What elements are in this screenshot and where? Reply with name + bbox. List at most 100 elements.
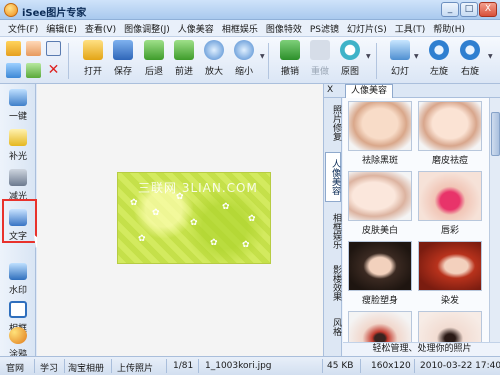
- browse-icon[interactable]: [6, 63, 21, 78]
- folder-icon[interactable]: [6, 41, 21, 56]
- flower-icon: ✿: [152, 208, 160, 218]
- status-separator: [64, 359, 65, 373]
- redo-button[interactable]: 重做: [305, 40, 335, 77]
- maximize-button[interactable]: □: [460, 2, 478, 17]
- effect-item[interactable]: 唇彩: [417, 171, 483, 236]
- menu-image-adjust[interactable]: 图像调整(J): [120, 22, 174, 35]
- magnifier-plus-icon: [204, 40, 224, 60]
- one-click-tool[interactable]: 一键: [2, 86, 34, 124]
- status-separator: [414, 359, 415, 373]
- flower-icon: ✿: [138, 234, 146, 244]
- redo-arrow-icon: [310, 40, 330, 60]
- status-separator: [34, 359, 35, 373]
- magic-wand-icon: [9, 89, 27, 106]
- zoom-out-button[interactable]: 缩小: [229, 40, 259, 77]
- study-link[interactable]: 学习: [40, 361, 58, 374]
- open-button[interactable]: 打开: [78, 40, 108, 77]
- effects-panel: X 人像美容 照片修复 人像美容 相框娱乐 影楼效果 风格 祛除黑斑 磨皮祛痘 …: [323, 84, 500, 356]
- open-folder-icon: [83, 40, 103, 60]
- original-image-icon: [340, 40, 360, 60]
- photo-watermark-text: 三联网 3LIAN.COM: [138, 181, 258, 195]
- flower-icon: ✿: [176, 192, 184, 202]
- undo-button[interactable]: 撤销: [275, 40, 305, 77]
- scrollbar-thumb[interactable]: [491, 112, 500, 156]
- status-separator: [198, 359, 199, 373]
- tab-frame-fun[interactable]: 相框娱乐: [325, 208, 341, 254]
- tab-style[interactable]: 风格: [325, 312, 341, 342]
- status-separator: [111, 359, 112, 373]
- rotate-right-button[interactable]: 右旋: [455, 40, 485, 77]
- effect-thumbnail: [348, 241, 412, 291]
- taobao-album-link[interactable]: 淘宝相册: [68, 361, 104, 374]
- image-canvas[interactable]: 三联网 3LIAN.COM ✿ ✿ ✿ ✿ ✿ ✿ ✿ ✿ ✿: [37, 84, 323, 356]
- menu-bar: 文件(F) 编辑(E) 查看(V) 图像调整(J) 人像美容 相框娱乐 图像特效…: [0, 20, 500, 37]
- slideshow-button[interactable]: 幻灯: [385, 40, 415, 77]
- minimize-button[interactable]: _: [441, 2, 459, 17]
- effect-item[interactable]: 皮肤美白: [347, 171, 413, 236]
- back-button[interactable]: 后退: [139, 40, 169, 77]
- menu-frame[interactable]: 相框娱乐: [218, 22, 262, 35]
- image-icon[interactable]: [26, 63, 41, 78]
- toolbar-separator: [376, 43, 377, 79]
- effect-thumbnail: [418, 101, 482, 151]
- flower-icon: ✿: [210, 238, 218, 248]
- menu-view[interactable]: 查看(V): [81, 22, 120, 35]
- panel-close-button[interactable]: X: [327, 85, 333, 95]
- file-size: 45 KB: [327, 361, 354, 371]
- close-button[interactable]: X: [479, 2, 497, 17]
- menu-tools[interactable]: 工具(T): [391, 22, 430, 35]
- save-button[interactable]: 保存: [108, 40, 138, 77]
- rotate-left-button[interactable]: 左旋: [424, 40, 454, 77]
- undo-arrow-icon: [280, 40, 300, 60]
- magnifier-minus-icon: [234, 40, 254, 60]
- photo-frame-icon: [9, 301, 27, 318]
- flower-icon: ✿: [190, 218, 198, 228]
- toolbar-separator: [68, 43, 69, 79]
- toolbar: ✕ 打开 保存 后退 前进 放大 缩小 ▼ 撤销 重做 原图 ▼ 幻灯 ▼ 左旋…: [0, 37, 500, 84]
- official-site-link[interactable]: 官网: [6, 361, 24, 374]
- menu-ps-filter[interactable]: PS滤镜: [306, 22, 343, 35]
- menu-edit[interactable]: 编辑(E): [42, 22, 81, 35]
- hand-tool-icon[interactable]: [26, 41, 41, 56]
- menu-portrait[interactable]: 人像美容: [174, 22, 218, 35]
- rotate-right-icon: [460, 40, 480, 60]
- toolbar-separator: [268, 43, 269, 79]
- effects-scrollbar[interactable]: [489, 98, 500, 356]
- fill-light-tool[interactable]: 补光: [2, 126, 34, 164]
- status-separator: [322, 359, 323, 373]
- grid-view-icon[interactable]: [46, 41, 61, 56]
- forward-arrow-icon: [174, 40, 194, 60]
- rotate-left-icon: [429, 40, 449, 60]
- effect-item[interactable]: 祛除黑斑: [347, 101, 413, 166]
- delete-icon[interactable]: ✕: [46, 63, 61, 78]
- image-index: 1/81: [173, 361, 194, 371]
- panel-active-tab[interactable]: 人像美容: [345, 84, 394, 98]
- watermark-tool[interactable]: 水印: [2, 260, 34, 298]
- menu-help[interactable]: 帮助(H): [429, 22, 469, 35]
- zoom-dropdown-icon[interactable]: ▼: [260, 53, 265, 60]
- zoom-in-button[interactable]: 放大: [199, 40, 229, 77]
- effect-thumbnail: [348, 101, 412, 151]
- forward-button[interactable]: 前进: [169, 40, 199, 77]
- tab-photo-repair[interactable]: 照片修复: [325, 100, 341, 146]
- status-bar: 官网 学习 淘宝相册 上传照片 1/81 1_1003kori.jpg 45 K…: [0, 356, 500, 375]
- original-dropdown-icon[interactable]: ▼: [366, 53, 371, 60]
- title-bar: iSee图片专家 _ □ X: [0, 0, 500, 20]
- tab-studio-effects[interactable]: 影楼效果: [325, 260, 341, 306]
- upload-photo-link[interactable]: 上传照片: [117, 361, 153, 374]
- menu-file[interactable]: 文件(F): [4, 22, 42, 35]
- watermark-icon: [9, 263, 27, 280]
- effect-item[interactable]: 瘦脸塑身: [347, 241, 413, 306]
- effect-item[interactable]: 染发: [417, 241, 483, 306]
- image-dimensions: 160x120: [371, 361, 411, 371]
- effect-item[interactable]: 磨皮祛痘: [417, 101, 483, 166]
- menu-slideshow[interactable]: 幻灯片(S): [343, 22, 391, 35]
- original-button[interactable]: 原图: [335, 40, 365, 77]
- effect-thumbnail: [418, 241, 482, 291]
- tab-portrait-beauty[interactable]: 人像美容: [325, 152, 341, 202]
- rotate-dropdown-icon[interactable]: ▼: [488, 53, 493, 60]
- save-disk-icon: [113, 40, 133, 60]
- slideshow-dropdown-icon[interactable]: ▼: [414, 53, 419, 60]
- effect-thumbnail: [418, 171, 482, 221]
- menu-effects[interactable]: 图像特效: [262, 22, 306, 35]
